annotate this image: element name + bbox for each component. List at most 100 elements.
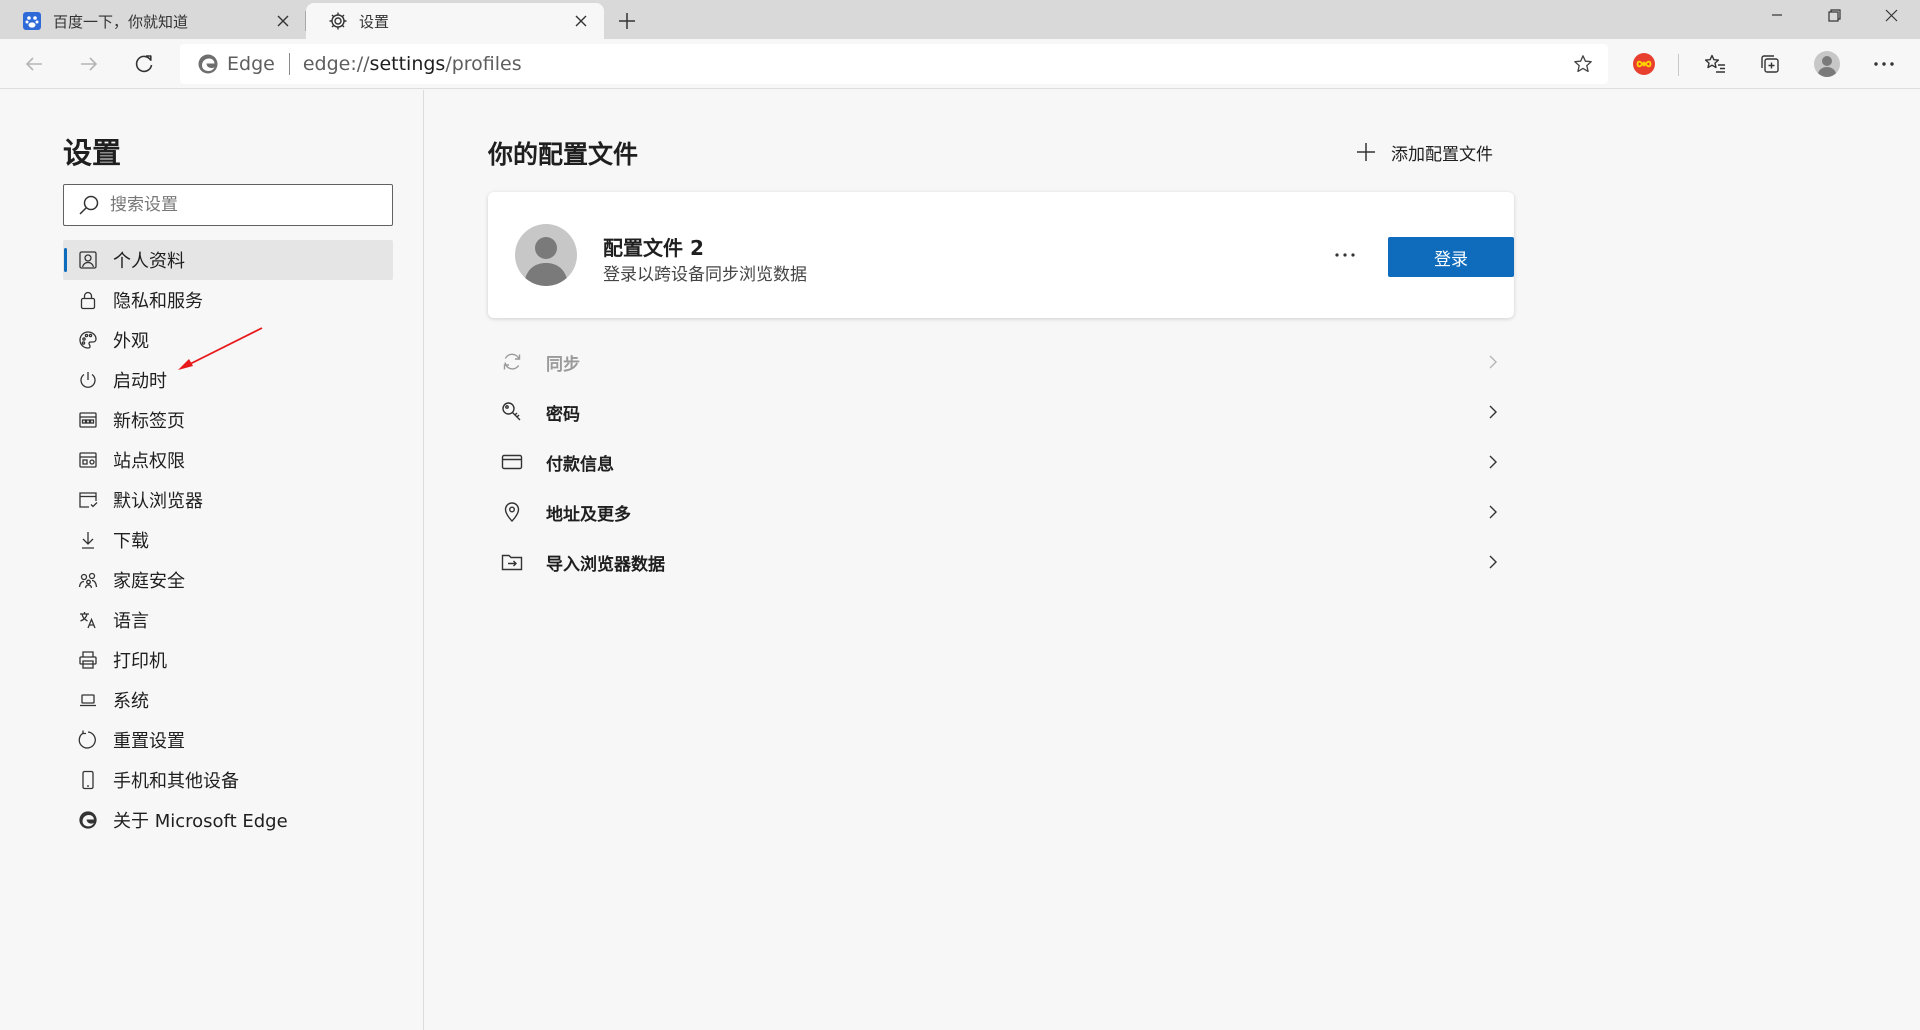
more-menu-icon[interactable] <box>1866 46 1902 82</box>
new-tab-icon <box>77 409 99 431</box>
sidebar-item-label: 新标签页 <box>113 411 185 432</box>
tab-baidu[interactable]: 百度一下，你就知道 <box>0 3 306 39</box>
url-path: /profiles <box>445 53 522 75</box>
sidebar-item-printers[interactable]: 打印机 <box>63 640 393 680</box>
avatar <box>515 224 577 286</box>
edge-logo-icon <box>77 809 99 831</box>
ellipsis-icon <box>1335 253 1355 257</box>
restore-button[interactable] <box>1805 0 1863 30</box>
add-profile-button[interactable]: 添加配置文件 <box>1355 135 1493 169</box>
address-bar[interactable]: Edge edge://settings/profiles <box>180 44 1608 84</box>
sidebar-item-phone-devices[interactable]: 手机和其他设备 <box>63 760 393 800</box>
sidebar-item-privacy[interactable]: 隐私和服务 <box>63 280 393 320</box>
plus-icon <box>1357 143 1375 161</box>
power-icon <box>77 369 99 391</box>
sidebar-item-label: 手机和其他设备 <box>113 771 239 792</box>
site-permissions-icon <box>77 449 99 471</box>
sidebar-item-about-edge[interactable]: 关于 Microsoft Edge <box>63 800 393 840</box>
card-icon <box>500 450 524 474</box>
search-icon <box>78 194 100 216</box>
profile-settings-list: 同步 密码 付款信息 地址及更多 导入浏览器数据 <box>488 337 1514 587</box>
close-icon[interactable] <box>272 10 294 32</box>
sign-in-button[interactable]: 登录 <box>1388 237 1514 277</box>
favorites-icon[interactable] <box>1697 46 1733 82</box>
sidebar-title: 设置 <box>63 136 122 170</box>
row-addresses[interactable]: 地址及更多 <box>488 487 1514 537</box>
add-profile-label: 添加配置文件 <box>1391 144 1493 165</box>
sidebar-item-label: 系统 <box>113 691 149 712</box>
forward-button[interactable] <box>71 46 107 82</box>
search-input[interactable] <box>110 195 392 215</box>
minimize-button[interactable] <box>1748 0 1806 30</box>
language-icon <box>77 609 99 631</box>
chevron-right-icon <box>1482 401 1504 423</box>
more-options-button[interactable] <box>1328 238 1362 272</box>
extension-icon[interactable] <box>1626 46 1662 82</box>
default-browser-icon <box>77 489 99 511</box>
baidu-paw-icon <box>22 11 42 31</box>
download-icon <box>77 529 99 551</box>
row-label: 同步 <box>546 354 580 375</box>
sidebar-item-label: 语言 <box>113 611 149 632</box>
family-icon <box>77 569 99 591</box>
tab-strip: 百度一下，你就知道 设置 <box>0 0 1920 39</box>
sidebar-item-profiles[interactable]: 个人资料 <box>63 240 393 280</box>
close-icon[interactable] <box>570 10 592 32</box>
lock-icon <box>77 289 99 311</box>
omnibox-separator <box>288 53 290 75</box>
search-box[interactable] <box>63 184 393 226</box>
url-scheme: edge:// <box>302 53 370 75</box>
edge-logo-icon <box>197 53 219 75</box>
row-label: 导入浏览器数据 <box>546 554 665 575</box>
toolbar: Edge edge://settings/profiles <box>0 39 1920 89</box>
profile-name: 配置文件 2 <box>603 236 704 260</box>
collections-icon[interactable] <box>1752 46 1788 82</box>
row-payment-info[interactable]: 付款信息 <box>488 437 1514 487</box>
sidebar-item-new-tab[interactable]: 新标签页 <box>63 400 393 440</box>
sidebar-item-reset[interactable]: 重置设置 <box>63 720 393 760</box>
sidebar-item-label: 默认浏览器 <box>113 491 203 512</box>
row-label: 密码 <box>546 404 580 425</box>
url-text[interactable]: edge://settings/profiles <box>303 53 1568 75</box>
sidebar-item-label: 外观 <box>113 331 149 352</box>
sidebar-item-family-safety[interactable]: 家庭安全 <box>63 560 393 600</box>
sidebar-item-languages[interactable]: 语言 <box>63 600 393 640</box>
sidebar-item-downloads[interactable]: 下载 <box>63 520 393 560</box>
new-tab-button[interactable] <box>612 6 642 36</box>
row-label: 地址及更多 <box>546 504 631 525</box>
chevron-right-icon <box>1482 551 1504 573</box>
sidebar-item-label: 下载 <box>113 531 149 552</box>
refresh-button[interactable] <box>126 46 162 82</box>
sidebar-item-label: 家庭安全 <box>113 571 185 592</box>
reset-icon <box>77 729 99 751</box>
tab-settings[interactable]: 设置 <box>306 3 604 39</box>
palette-icon <box>77 329 99 351</box>
row-passwords[interactable]: 密码 <box>488 387 1514 437</box>
row-import-data[interactable]: 导入浏览器数据 <box>488 537 1514 587</box>
gear-icon <box>328 11 348 31</box>
avatar[interactable] <box>1809 46 1845 82</box>
sidebar-item-label: 启动时 <box>113 371 167 392</box>
row-label: 付款信息 <box>546 454 614 475</box>
url-host: settings <box>369 53 446 75</box>
chevron-right-icon <box>1482 451 1504 473</box>
chevron-right-icon <box>1482 351 1504 373</box>
tab-title: 百度一下，你就知道 <box>53 12 189 31</box>
sidebar-item-default-browser[interactable]: 默认浏览器 <box>63 480 393 520</box>
back-button[interactable] <box>16 46 52 82</box>
sidebar-item-label: 隐私和服务 <box>113 291 203 312</box>
tab-title: 设置 <box>359 12 390 31</box>
favorite-star-icon[interactable] <box>1568 49 1598 79</box>
close-window-button[interactable] <box>1862 0 1920 30</box>
sidebar-item-label: 重置设置 <box>113 731 185 752</box>
key-icon <box>500 400 524 424</box>
row-sync[interactable]: 同步 <box>488 337 1514 387</box>
import-icon <box>500 550 524 574</box>
sidebar-item-label: 打印机 <box>113 651 167 672</box>
sidebar-item-system[interactable]: 系统 <box>63 680 393 720</box>
sidebar-item-label: 站点权限 <box>113 451 185 472</box>
sidebar-item-site-permissions[interactable]: 站点权限 <box>63 440 393 480</box>
omnibox-brand: Edge <box>227 53 275 75</box>
settings-sidebar: 设置 个人资料 隐私和服务 外观 启动时 新标签页 站点权限 <box>0 90 424 1030</box>
sync-icon <box>500 350 524 374</box>
